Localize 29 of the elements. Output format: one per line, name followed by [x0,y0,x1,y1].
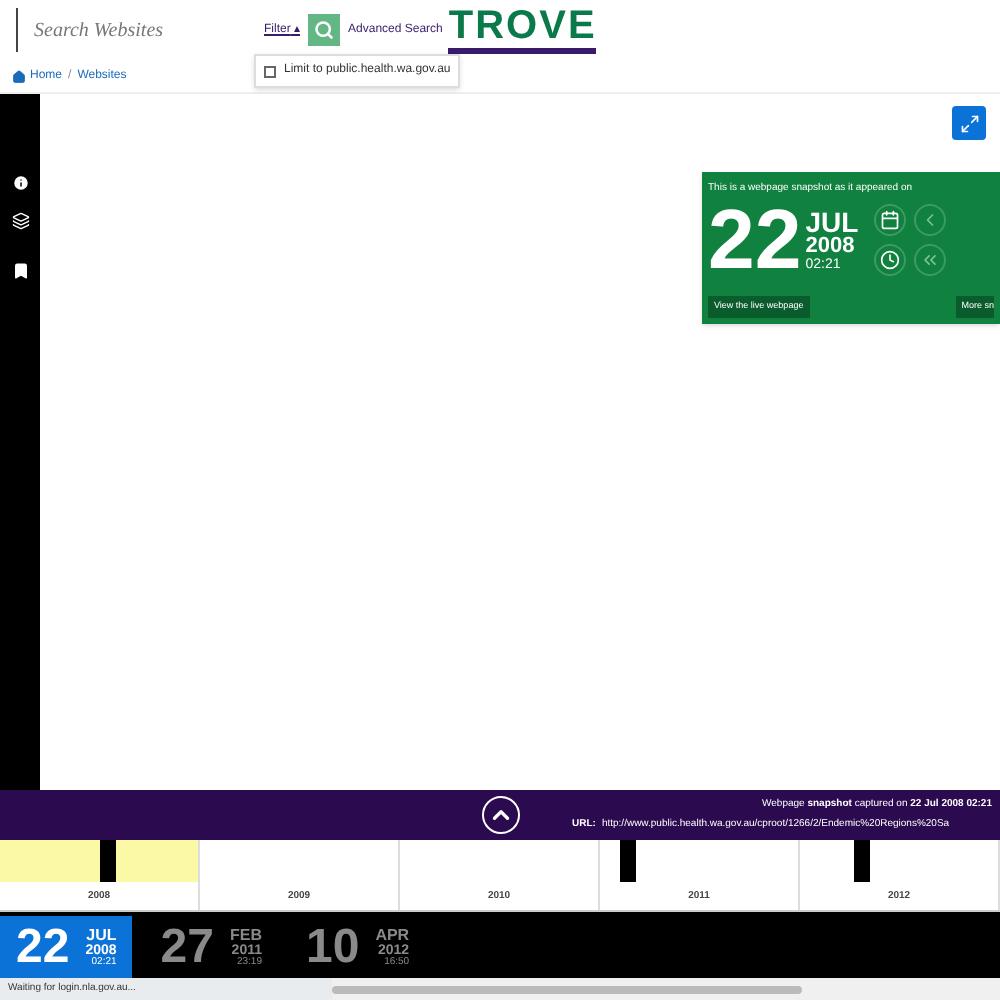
home-icon [12,69,26,83]
search-button[interactable] [308,14,341,46]
snapshot-year: 2008 [805,236,857,258]
date-month: FEB [229,927,262,943]
snapshot-marker[interactable] [620,840,636,882]
first-page-icon [920,250,941,270]
snapshot-day: 22 [708,198,802,282]
fullscreen-button[interactable] [952,106,986,140]
date-day: 22 [16,923,70,971]
checkbox[interactable] [264,65,276,77]
clock-button[interactable] [874,244,907,276]
snapshot-month: JUL [805,208,859,236]
layers-icon[interactable] [11,212,29,230]
clock-icon [880,250,901,270]
date-month: JUL [86,927,117,943]
scrollbar-thumb[interactable] [332,985,802,993]
search-field[interactable]: Search Websites [16,8,252,52]
snapshot-marker[interactable] [100,840,116,882]
calendar-icon [880,210,901,230]
expand-icon [959,113,979,133]
snapshot-marker[interactable] [854,840,870,882]
search-icon [314,20,335,40]
date-day: 27 [160,923,214,971]
info-icon[interactable] [11,174,29,192]
calendar-button[interactable] [874,204,907,236]
date-day: 10 [305,923,360,971]
bookmark-icon[interactable] [11,262,29,280]
collapse-button[interactable] [482,796,520,834]
date-month: APR [375,927,410,943]
